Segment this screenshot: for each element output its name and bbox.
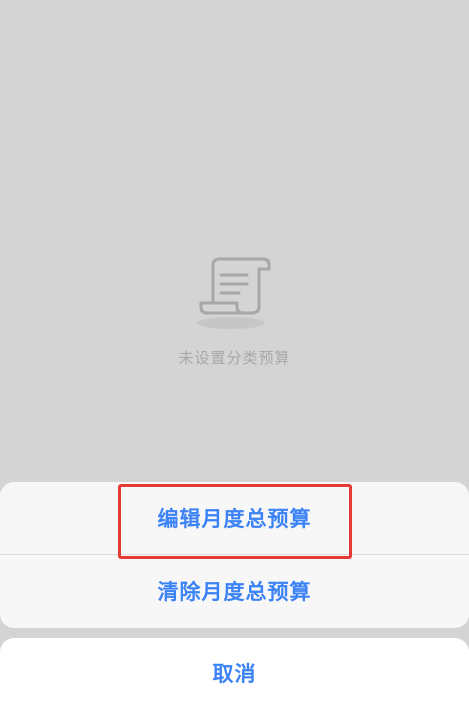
cancel-button[interactable]: 取消	[0, 638, 469, 708]
receipt-scroll-icon	[196, 257, 270, 329]
action-sheet: 编辑月度总预算 清除月度总预算	[0, 482, 469, 628]
empty-state-message: 未设置分类预算	[178, 349, 291, 367]
clear-monthly-budget-button[interactable]: 清除月度总预算	[0, 555, 469, 627]
edit-monthly-budget-button[interactable]: 编辑月度总预算	[0, 482, 469, 554]
empty-state: 未设置分类预算	[0, 255, 469, 368]
cancel-sheet: 取消	[0, 638, 469, 708]
